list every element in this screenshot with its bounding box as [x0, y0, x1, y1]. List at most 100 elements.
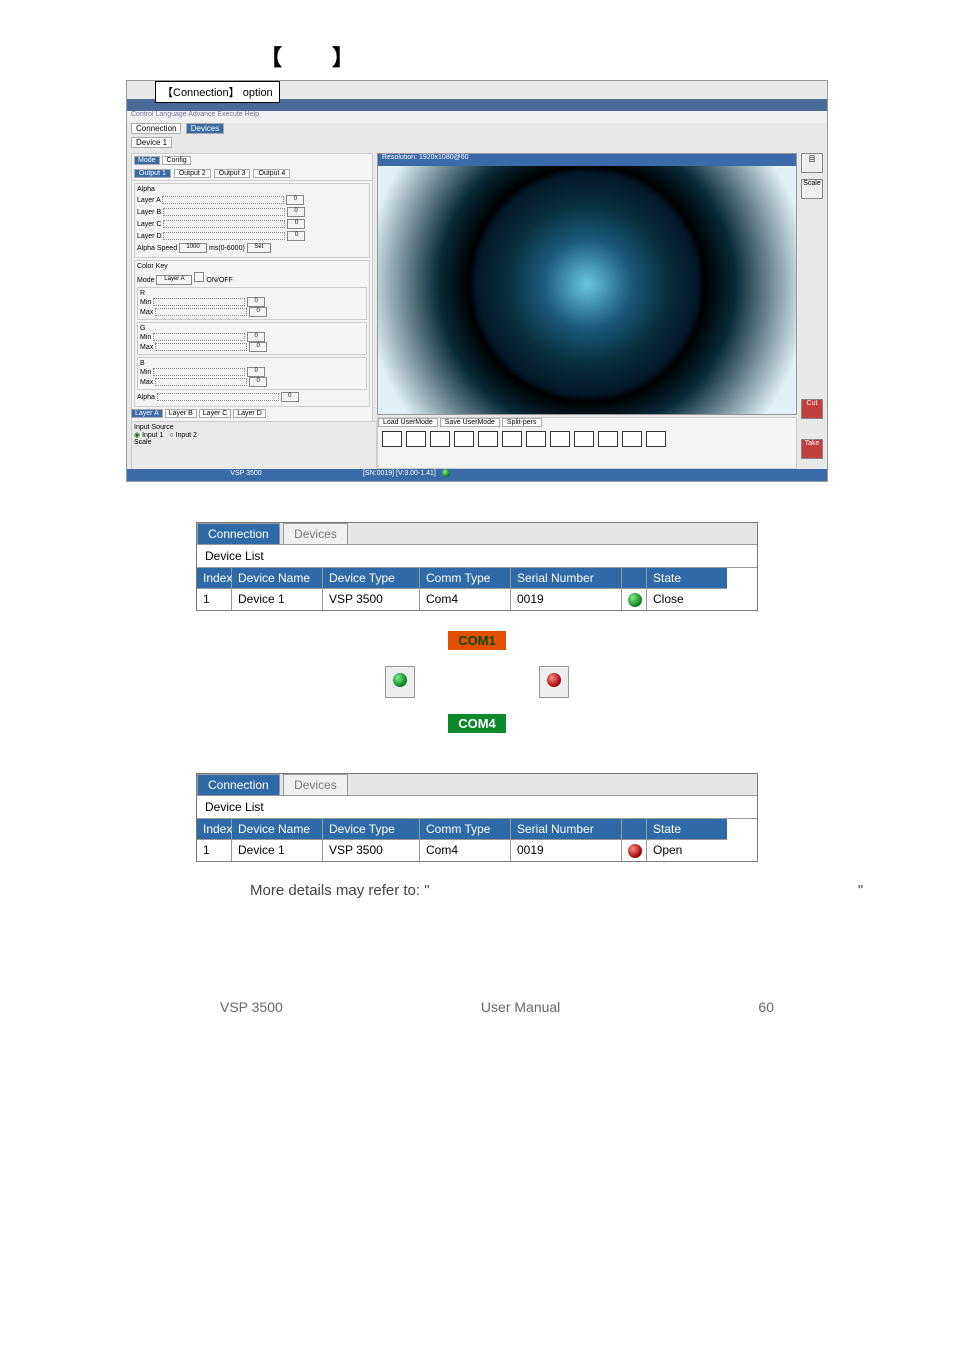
r-max-label: Max: [140, 309, 153, 316]
th-state: State: [647, 568, 727, 589]
take-button[interactable]: Take: [801, 439, 823, 459]
output2-tab[interactable]: Output 2: [174, 169, 211, 178]
led-green-box: [385, 666, 415, 698]
layout-icon[interactable]: [478, 431, 498, 447]
r-min-slider[interactable]: [153, 298, 245, 306]
scale-heading: Scale: [134, 439, 374, 446]
device-list-caption: Device List: [197, 796, 757, 819]
b-max-value[interactable]: 0: [249, 377, 267, 387]
td-name: Device 1: [232, 589, 322, 609]
load-usermode-btn[interactable]: Load UserMode: [378, 418, 438, 427]
scale-button[interactable]: Scale: [801, 179, 823, 199]
layout-icon[interactable]: [646, 431, 666, 447]
layer-c-label: Layer C: [137, 221, 162, 228]
th-state: State: [647, 819, 727, 840]
mode-tab[interactable]: Mode: [134, 156, 160, 165]
ck-alpha-slider[interactable]: [157, 393, 279, 401]
th-comm: Comm Type: [420, 568, 510, 589]
layer-a-value[interactable]: 0: [286, 195, 304, 205]
layer-a-slider[interactable]: [162, 196, 284, 204]
connection-tab[interactable]: Connection: [197, 523, 280, 544]
connection-tab[interactable]: Connection: [131, 123, 181, 134]
device-table-close: Connection Devices Device List Index1 De…: [196, 522, 758, 611]
status-led-red-icon: [628, 844, 642, 858]
config-tab[interactable]: Config: [162, 156, 190, 165]
devices-tab[interactable]: Devices: [283, 774, 348, 795]
layerC-tab[interactable]: Layer C: [199, 409, 232, 418]
grid-icon[interactable]: 目: [801, 153, 823, 173]
layer-c-slider[interactable]: [163, 220, 285, 228]
r-label: R: [140, 290, 364, 297]
layout-icon[interactable]: [574, 431, 594, 447]
output1-tab[interactable]: Output 1: [134, 169, 171, 178]
layer-d-label: Layer D: [137, 233, 162, 240]
devices-tab[interactable]: Devices: [283, 523, 348, 544]
layout-icon[interactable]: [502, 431, 522, 447]
layout-icon[interactable]: [430, 431, 450, 447]
g-label: G: [140, 325, 364, 332]
device1-tab[interactable]: Device 1: [131, 137, 172, 148]
output3-tab[interactable]: Output 3: [214, 169, 251, 178]
td-state-close: Close: [647, 589, 727, 609]
r-min-value[interactable]: 0: [247, 297, 265, 307]
g-min-value[interactable]: 0: [247, 332, 265, 342]
status-model: VSP 3500: [131, 470, 361, 477]
device-list-caption: Device List: [197, 545, 757, 568]
layer-c-value[interactable]: 0: [287, 219, 305, 229]
layer-d-value[interactable]: 0: [287, 231, 305, 241]
b-max-slider[interactable]: [155, 378, 247, 386]
input1-radio-label[interactable]: Input 1: [142, 432, 163, 439]
layer-b-slider[interactable]: [163, 208, 285, 216]
com1-button[interactable]: COM1: [448, 631, 506, 650]
g-max-slider[interactable]: [155, 343, 247, 351]
r-max-value[interactable]: 0: [249, 307, 267, 317]
ck-alpha-value[interactable]: 0: [281, 392, 299, 402]
th-type: Device Type: [323, 568, 419, 589]
bracket-left: 【: [260, 45, 282, 70]
save-usermode-btn[interactable]: Save UserMode: [440, 418, 500, 427]
g-max-value[interactable]: 0: [249, 342, 267, 352]
layout-icon[interactable]: [622, 431, 642, 447]
b-min-value[interactable]: 0: [247, 367, 265, 377]
th-sn: Serial Number: [511, 819, 621, 840]
r-max-slider[interactable]: [155, 308, 247, 316]
b-min-slider[interactable]: [153, 368, 245, 376]
layer-b-value[interactable]: 0: [287, 207, 305, 217]
split-pers-btn[interactable]: Split-pers: [502, 418, 542, 427]
layer-d-slider[interactable]: [163, 232, 285, 240]
alpha-speed-input[interactable]: 1000: [179, 243, 207, 253]
output4-tab[interactable]: Output 4: [253, 169, 290, 178]
device-table-open: Connection Devices Device List Index1 De…: [196, 773, 758, 862]
footer-model: VSP 3500: [220, 999, 283, 1015]
layout-icon[interactable]: [382, 431, 402, 447]
set-button[interactable]: Set: [247, 243, 271, 253]
layer-b-label: Layer B: [137, 209, 161, 216]
input2-radio-label[interactable]: Input 2: [176, 432, 197, 439]
td-name: Device 1: [232, 840, 322, 860]
layout-icon[interactable]: [550, 431, 570, 447]
th-name: Device Name: [232, 819, 322, 840]
layout-icon[interactable]: [526, 431, 546, 447]
layerA-tab[interactable]: Layer A: [131, 409, 163, 418]
more-details-text: More details may refer to: " ": [250, 882, 870, 899]
layout-icon[interactable]: [598, 431, 618, 447]
devices-tab[interactable]: Devices: [186, 123, 224, 134]
mode-label: Mode: [137, 277, 155, 284]
td-sn: 0019: [511, 589, 621, 609]
com4-button[interactable]: COM4: [448, 714, 506, 733]
connection-callout: 【Connection】 option: [155, 81, 280, 103]
connection-tab[interactable]: Connection: [197, 774, 280, 795]
td-index: 1: [197, 589, 231, 609]
g-min-slider[interactable]: [153, 333, 245, 341]
mode-select[interactable]: Layer A: [156, 275, 192, 285]
alpha-label2: Alpha: [137, 394, 155, 401]
layerB-tab[interactable]: Layer B: [165, 409, 197, 418]
layout-icon[interactable]: [406, 431, 426, 447]
alpha-speed-unit: ms(0-6000): [209, 245, 245, 252]
layout-icon[interactable]: [454, 431, 474, 447]
led-green-icon: [393, 673, 407, 687]
onoff-checkbox[interactable]: [194, 272, 204, 282]
layerD-tab[interactable]: Layer D: [233, 409, 266, 418]
cut-button[interactable]: Cut: [801, 399, 823, 419]
td-comm: Com4: [420, 840, 510, 860]
